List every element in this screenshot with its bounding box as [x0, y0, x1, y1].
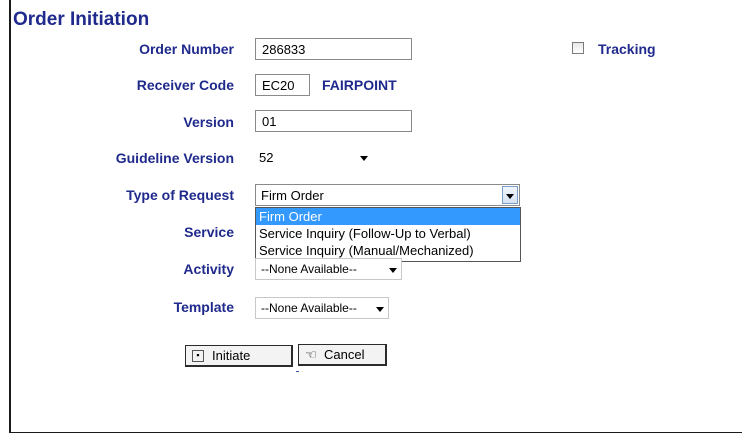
activity-label: Activity [183, 261, 234, 277]
receiver-code-label: Receiver Code [136, 77, 234, 93]
template-value: --None Available-- [261, 301, 357, 315]
tracking-checkbox[interactable] [572, 42, 584, 54]
dropdown-option[interactable]: Service Inquiry (Follow-Up to Verbal) [256, 225, 520, 242]
cancel-hand-icon: ☜ [305, 347, 317, 362]
version-label: Version [183, 114, 234, 130]
focus-underline [296, 371, 299, 372]
dropdown-option[interactable]: Service Inquiry (Manual/Mechanized) [256, 242, 520, 259]
initiate-button[interactable]: ▪ Initiate [185, 345, 293, 367]
template-label: Template [173, 299, 234, 315]
page-title: Order Initiation [13, 9, 150, 30]
chevron-down-icon [360, 156, 368, 161]
initiate-icon: ▪ [192, 349, 204, 362]
initiate-label: Initiate [212, 348, 251, 363]
receiver-code-input[interactable]: EC20 [255, 74, 310, 96]
receiver-name: FAIRPOINT [322, 77, 397, 93]
chevron-down-icon [506, 194, 514, 199]
template-select[interactable]: --None Available-- [255, 297, 389, 319]
activity-select[interactable]: --None Available-- [255, 258, 402, 280]
type-of-request-dropdown[interactable]: Firm Order Service Inquiry (Follow-Up to… [255, 207, 521, 262]
chevron-down-icon [376, 307, 384, 312]
type-of-request-label: Type of Request [126, 187, 234, 203]
order-number-label: Order Number [139, 41, 234, 57]
activity-value: --None Available-- [261, 262, 357, 276]
type-of-request-select[interactable]: Firm Order [255, 184, 520, 206]
guideline-version-select[interactable]: 52 [255, 147, 370, 169]
version-input[interactable]: 01 [255, 110, 412, 132]
type-of-request-value: Firm Order [261, 188, 324, 203]
cancel-label: Cancel [324, 347, 365, 362]
guideline-version-label: Guideline Version [115, 150, 234, 166]
guideline-version-value: 52 [259, 150, 274, 165]
right-edge [742, 0, 755, 434]
service-label: Service [184, 224, 234, 240]
order-number-input[interactable]: 286833 [255, 38, 412, 60]
tracking-label: Tracking [598, 41, 656, 57]
dropdown-button[interactable] [502, 186, 518, 204]
cancel-button[interactable]: ☜ Cancel [298, 344, 387, 366]
chevron-down-icon [389, 268, 397, 273]
dropdown-option[interactable]: Firm Order [256, 208, 520, 225]
